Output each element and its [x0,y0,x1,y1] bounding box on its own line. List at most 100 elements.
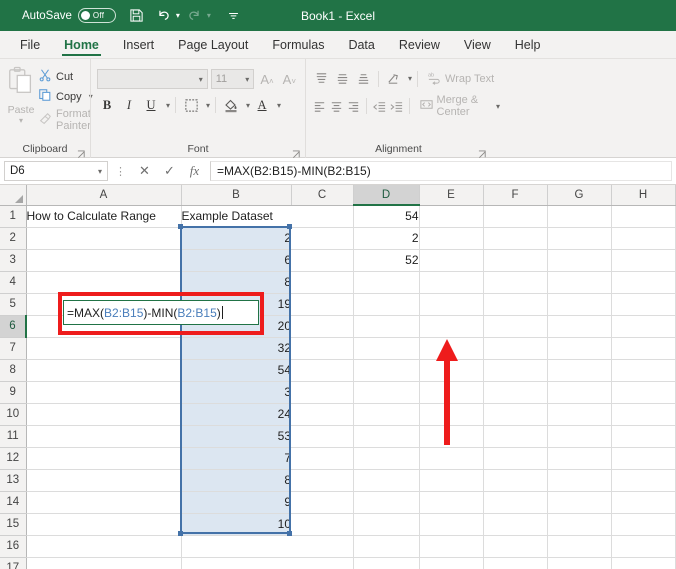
customize-quick-access-icon[interactable] [222,4,246,28]
merge-center-dropdown-icon[interactable]: ▾ [496,102,500,111]
font-name-input[interactable]: ▾ [97,69,208,89]
cell-e17[interactable] [419,557,483,569]
borders-icon[interactable] [181,95,201,115]
paste-button[interactable]: Paste ▾ [6,63,36,137]
cell-b8[interactable]: 54 [181,359,291,381]
cell-e13[interactable] [419,469,483,491]
orientation-icon[interactable] [384,69,403,88]
cell-h5[interactable] [611,293,675,315]
cell-d9[interactable] [353,381,419,403]
fill-color-dropdown-icon[interactable]: ▾ [246,101,250,110]
bold-button[interactable]: B [97,95,117,115]
cell-d7[interactable] [353,337,419,359]
cell-a9[interactable] [26,381,181,403]
cell-d13[interactable] [353,469,419,491]
tab-insert[interactable]: Insert [111,31,166,58]
cell-d8[interactable] [353,359,419,381]
row-header-4[interactable]: 4 [0,271,26,293]
column-header-g[interactable]: G [547,185,611,205]
cell-b3[interactable]: 6 [181,249,291,271]
cell-b12[interactable]: 7 [181,447,291,469]
cell-f12[interactable] [483,447,547,469]
cell-b2[interactable]: 2 [181,227,291,249]
cell-g13[interactable] [547,469,611,491]
cell-h16[interactable] [611,535,675,557]
cell-h1[interactable] [611,205,675,227]
row-header-17[interactable]: 17 [0,557,26,569]
cell-b11[interactable]: 53 [181,425,291,447]
cell-g8[interactable] [547,359,611,381]
cell-a10[interactable] [26,403,181,425]
cell-a8[interactable] [26,359,181,381]
cell-g16[interactable] [547,535,611,557]
cell-g2[interactable] [547,227,611,249]
cell-c7[interactable] [291,337,353,359]
cell-d2[interactable]: 2 [353,227,419,249]
cell-h17[interactable] [611,557,675,569]
cell-d6[interactable] [353,315,419,337]
cell-h7[interactable] [611,337,675,359]
cell-a13[interactable] [26,469,181,491]
row-header-11[interactable]: 11 [0,425,26,447]
select-all-corner[interactable] [0,185,26,205]
cell-g15[interactable] [547,513,611,535]
align-center-icon[interactable] [329,97,344,116]
formula-input[interactable]: =MAX(B2:B15)-MIN(B2:B15) [210,161,672,181]
tab-home[interactable]: Home [52,31,111,58]
cell-c3[interactable] [291,249,353,271]
cell-b16[interactable] [181,535,291,557]
autosave-control[interactable]: AutoSave Off [22,8,116,23]
row-header-16[interactable]: 16 [0,535,26,557]
row-header-2[interactable]: 2 [0,227,26,249]
align-middle-icon[interactable] [333,69,352,88]
cell-a3[interactable] [26,249,181,271]
cell-c10[interactable] [291,403,353,425]
column-header-f[interactable]: F [483,185,547,205]
row-header-12[interactable]: 12 [0,447,26,469]
cell-f8[interactable] [483,359,547,381]
cut-button[interactable]: Cut [38,68,93,85]
cell-h11[interactable] [611,425,675,447]
cell-e16[interactable] [419,535,483,557]
cell-g11[interactable] [547,425,611,447]
row-header-15[interactable]: 15 [0,513,26,535]
cell-b4[interactable]: 8 [181,271,291,293]
enter-formula-icon[interactable]: ✓ [158,161,181,181]
cell-g14[interactable] [547,491,611,513]
column-header-d[interactable]: D [353,185,419,205]
italic-button[interactable]: I [119,95,139,115]
underline-button[interactable]: U [141,95,161,115]
cell-c14[interactable] [291,491,353,513]
range-handle-tr[interactable] [287,224,292,229]
column-header-a[interactable]: A [26,185,181,205]
row-header-13[interactable]: 13 [0,469,26,491]
cell-a14[interactable] [26,491,181,513]
cell-e4[interactable] [419,271,483,293]
redo-icon[interactable] [183,4,207,28]
cell-d12[interactable] [353,447,419,469]
row-header-8[interactable]: 8 [0,359,26,381]
cell-b17[interactable] [181,557,291,569]
fill-color-icon[interactable] [221,95,241,115]
orientation-dropdown-icon[interactable]: ▾ [408,74,412,83]
clipboard-dialog-launcher-icon[interactable] [77,146,86,155]
cell-f15[interactable] [483,513,547,535]
font-color-icon[interactable]: A [252,95,272,115]
cell-c9[interactable] [291,381,353,403]
cell-d5[interactable] [353,293,419,315]
cell-f2[interactable] [483,227,547,249]
insert-function-icon[interactable]: fx [183,161,206,181]
cell-a4[interactable] [26,271,181,293]
borders-dropdown-icon[interactable]: ▾ [206,101,210,110]
cell-d10[interactable] [353,403,419,425]
cell-e15[interactable] [419,513,483,535]
cell-h3[interactable] [611,249,675,271]
cell-g6[interactable] [547,315,611,337]
format-painter-button[interactable]: Format Painter [38,108,93,132]
range-handle-tl[interactable] [178,224,183,229]
redo-dropdown-icon[interactable]: ▾ [207,11,211,20]
tab-review[interactable]: Review [387,31,452,58]
row-header-5[interactable]: 5 [0,293,26,315]
cell-d11[interactable] [353,425,419,447]
range-handle-br[interactable] [287,531,292,536]
